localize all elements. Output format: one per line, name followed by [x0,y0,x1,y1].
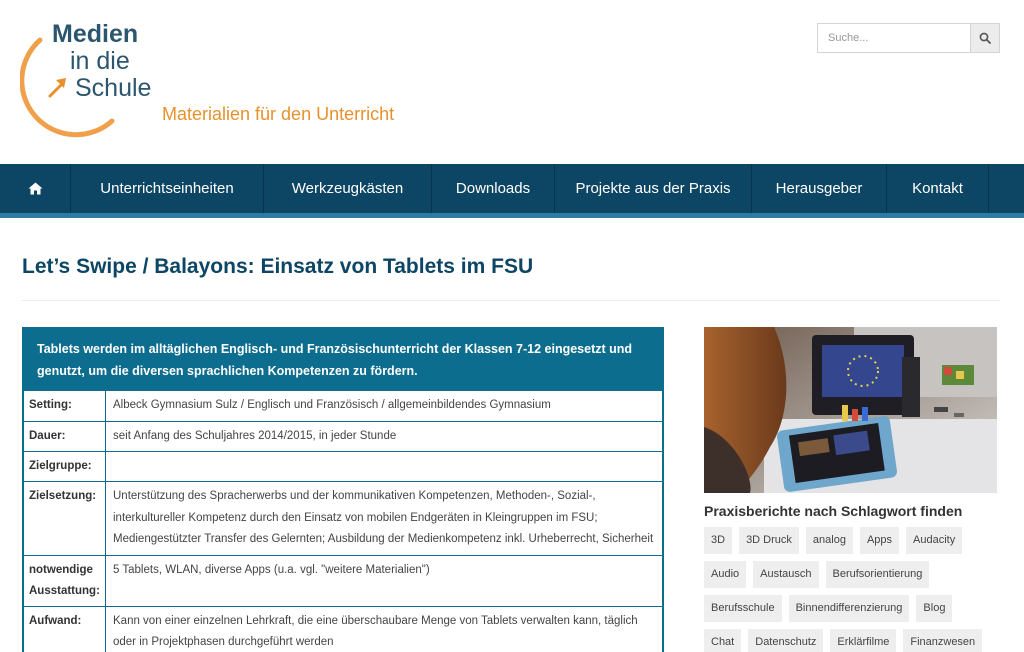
search-icon [979,32,991,44]
tag-row: Chat Datenschutz Erklärfilme Finanzwesen [704,629,1004,652]
classroom-tablet-photo [704,327,997,493]
page-title: Let’s Swipe / Balayons: Einsatz von Tabl… [22,255,534,278]
table-row: Setting: Albeck Gymnasium Sulz / Englisc… [24,390,662,421]
tag-erklaerfilme[interactable]: Erklärfilme [830,629,897,652]
tag-cloud-heading: Praxisberichte nach Schlagwort finden [704,503,963,519]
row-label: Aufwand: [24,606,106,652]
search-input[interactable] [818,24,970,52]
tag-finanzwesen[interactable]: Finanzwesen [903,629,983,652]
project-intro: Tablets werden im alltäglichen Englisch-… [24,329,662,390]
table-row: Zielgruppe: [24,451,662,481]
tag-analog[interactable]: analog [805,527,853,554]
tag-audio[interactable]: Audio [704,561,747,588]
row-label: Setting: [24,391,106,421]
tag-row: Audio Austausch Berufsorientierung [704,561,1004,588]
sidebar-photo[interactable] [704,327,997,493]
nav-downloads[interactable]: Downloads [432,164,555,213]
logo-text-line2: in die [70,47,130,75]
row-value: Albeck Gymnasium Sulz / Englisch und Fra… [113,399,551,411]
home-icon [28,182,42,195]
site-logo[interactable]: Medien in die Schule Materialien für den… [20,18,440,138]
tag-berufsorientierung[interactable]: Berufsorientierung [825,561,930,588]
row-label: Dauer: [24,421,106,451]
tag-apps[interactable]: Apps [859,527,900,554]
nav-home[interactable] [0,164,71,213]
tag-datenschutz[interactable]: Datenschutz [748,629,824,652]
table-row: Dauer: seit Anfang des Schuljahres 2014/… [24,420,662,451]
logo-text-line1: Medien [52,20,139,48]
nav-unterrichtseinheiten[interactable]: Unterrichtseinheiten [71,164,264,213]
tag-chat[interactable]: Chat [704,629,742,652]
tag-austausch[interactable]: Austausch [753,561,819,588]
nav-herausgeber[interactable]: Herausgeber [752,164,887,213]
nav-kontakt[interactable]: Kontakt [887,164,989,213]
nav-werkzeugkaesten[interactable]: Werkzeugkästen [264,164,432,213]
row-label: notwendige Ausstattung: [24,555,106,606]
logo-text-line3: Schule [75,74,152,102]
row-value [106,452,662,481]
table-row: notwendige Ausstattung: 5 Tablets, WLAN,… [24,554,662,606]
table-row: Aufwand: Kann von einer einzelnen Lehrkr… [24,605,662,652]
tag-3d-druck[interactable]: 3D Druck [739,527,799,554]
row-label: Zielgruppe: [24,452,106,481]
tag-row: Berufsschule Binnendifferenzierung Blog [704,595,1004,622]
site-header: Medien in die Schule Materialien für den… [0,0,1024,164]
tag-audacity[interactable]: Audacity [906,527,963,554]
row-value: Kann von einer einzelnen Lehrkraft, die … [113,614,638,649]
logo-tagline: Materialien für den Unterricht [162,104,395,124]
search-form [817,23,1000,53]
table-row: Zielsetzung: Unterstützung des Spracherw… [24,481,662,555]
nav-projekte[interactable]: Projekte aus der Praxis [555,164,752,213]
tag-cloud: 3D 3D Druck analog Apps Audacity Audio A… [704,527,1004,652]
tag-blog[interactable]: Blog [916,595,953,622]
row-label: Zielsetzung: [24,482,106,555]
main-navigation: Unterrichtseinheiten Werkzeugkästen Down… [0,164,1024,218]
row-value: seit Anfang des Schuljahres 2014/2015, i… [113,429,397,442]
tag-row: 3D 3D Druck analog Apps Audacity [704,527,1004,554]
row-value: Unterstützung des Spracherwerbs und der … [113,490,654,545]
search-button[interactable] [970,24,999,52]
title-divider [22,300,1000,301]
row-value: 5 Tablets, WLAN, diverse Apps (u.a. vgl.… [113,563,430,576]
tag-3d[interactable]: 3D [704,527,733,554]
project-info-table: Tablets werden im alltäglichen Englisch-… [22,327,664,652]
tag-binnendifferenzierung[interactable]: Binnendifferenzierung [788,595,910,622]
tag-berufsschule[interactable]: Berufsschule [704,595,782,622]
